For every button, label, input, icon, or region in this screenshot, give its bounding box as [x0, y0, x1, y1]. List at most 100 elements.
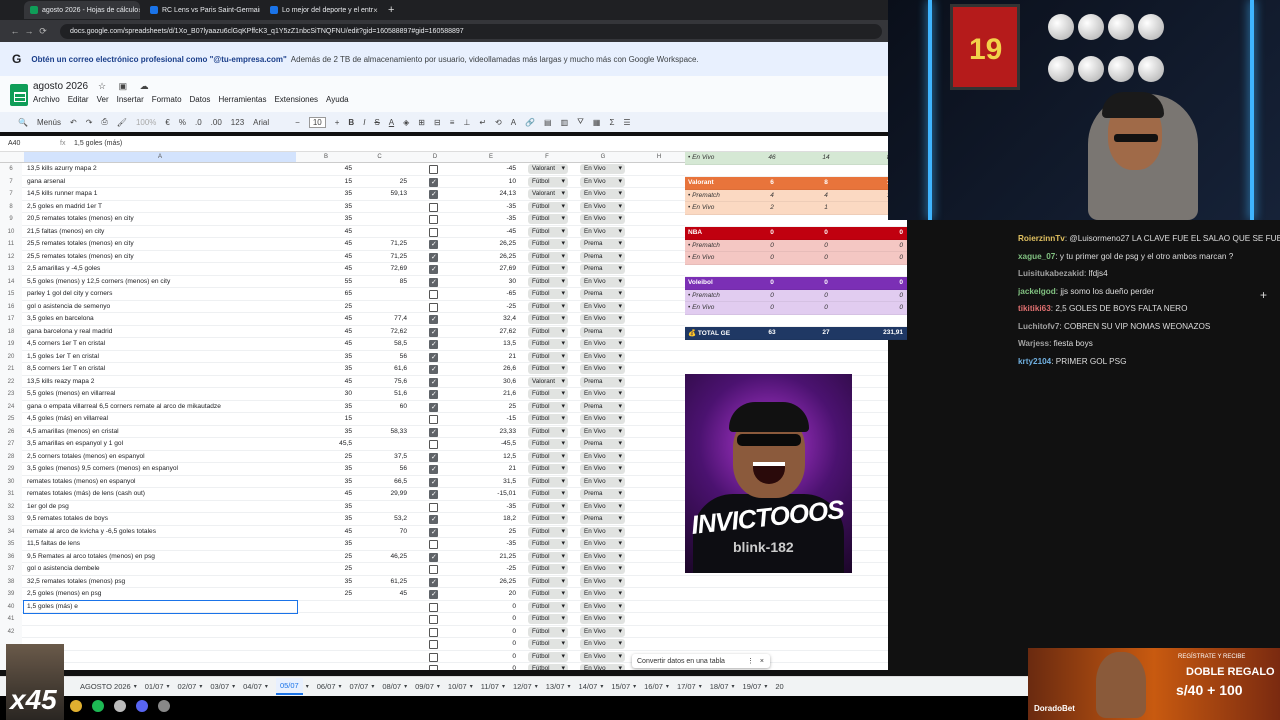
sport-dropdown[interactable]: Fútbol — [528, 289, 568, 299]
row-number[interactable]: 11 — [0, 238, 22, 251]
row-number[interactable]: 39 — [0, 588, 22, 601]
result-checkbox[interactable] — [429, 565, 438, 574]
summary-label[interactable]: Valorant — [685, 179, 745, 186]
result-checkbox[interactable] — [429, 340, 438, 349]
cell-return[interactable]: 58,5 — [352, 340, 407, 347]
mode-dropdown[interactable]: En Vivo — [580, 501, 625, 512]
row-number[interactable]: 21 — [0, 363, 22, 376]
cell-profit[interactable]: -45,5 — [470, 440, 516, 447]
summary-profit[interactable]: 0 — [853, 229, 907, 236]
chat-username[interactable]: Luisitukabezakid — [1018, 269, 1084, 278]
cell-bet-description[interactable]: remates totales (menos) en espanyol — [27, 478, 136, 485]
result-checkbox[interactable] — [429, 665, 438, 670]
tab-dropdown-icon[interactable]: ▾ — [339, 683, 342, 690]
sport-dropdown[interactable]: Fútbol — [528, 451, 568, 462]
cell-stake[interactable]: 35 — [300, 540, 352, 547]
result-checkbox[interactable] — [429, 615, 438, 624]
cell-bet-description[interactable]: gana o empata villarreal 6,5 corners rem… — [27, 403, 221, 410]
cell-bet-description[interactable]: 9,5 remates totales de boys — [27, 515, 108, 522]
result-checkbox[interactable] — [429, 327, 438, 337]
convert-label[interactable]: Convertir datos en una tabla — [637, 658, 725, 665]
cell-bet-description[interactable]: 4,5 goles (más) en villarreal — [27, 415, 108, 422]
column-header[interactable]: E — [463, 154, 519, 160]
sport-dropdown[interactable]: Fútbol — [528, 364, 568, 374]
spotify-icon[interactable] — [92, 700, 104, 712]
cell-bet-description[interactable]: 20,5 remates totales (menos) en city — [27, 215, 134, 222]
mode-dropdown[interactable]: En Vivo — [580, 464, 625, 474]
mode-dropdown[interactable]: Prema — [580, 239, 625, 249]
sheets-logo-icon[interactable] — [10, 84, 28, 106]
result-checkbox[interactable] — [429, 365, 438, 374]
cell-profit[interactable]: 26,25 — [470, 253, 516, 260]
cell-profit[interactable]: -65 — [470, 290, 516, 297]
sport-dropdown[interactable]: Fútbol — [528, 664, 568, 670]
mode-dropdown[interactable]: En Vivo — [580, 351, 625, 362]
tab-dropdown-icon[interactable]: ▾ — [600, 683, 603, 690]
cell-stake[interactable]: 35 — [300, 428, 352, 435]
menu-item[interactable]: Insertar — [117, 95, 144, 104]
cell-stake[interactable]: 65 — [300, 290, 352, 297]
summary-profit[interactable]: 0 — [853, 292, 907, 299]
mode-dropdown[interactable]: En Vivo — [580, 176, 625, 187]
cell-stake[interactable]: 25 — [300, 303, 352, 310]
menu-item[interactable]: Ver — [97, 95, 109, 104]
close-icon[interactable]: × — [760, 658, 764, 665]
sport-dropdown[interactable]: Fútbol — [528, 314, 568, 324]
chat-username[interactable]: Luchitofv7 — [1018, 322, 1059, 331]
chat-username[interactable]: Warjess — [1018, 339, 1049, 348]
row-number[interactable]: 33 — [0, 513, 22, 526]
cell-profit[interactable]: 21 — [470, 353, 516, 360]
chat-username[interactable]: tikitiki63 — [1018, 304, 1051, 313]
mode-dropdown[interactable]: En Vivo — [580, 589, 625, 599]
sheet-tab[interactable]: 03/07 — [210, 682, 229, 691]
row-number[interactable]: 34 — [0, 525, 22, 538]
sport-dropdown[interactable]: Fútbol — [528, 489, 568, 499]
cell-profit[interactable]: 10 — [470, 178, 516, 185]
result-checkbox[interactable] — [429, 415, 438, 424]
result-checkbox[interactable] — [429, 302, 438, 312]
sheet-tab[interactable]: 12/07 — [513, 682, 532, 691]
sport-dropdown[interactable]: Fútbol — [528, 439, 568, 449]
paint-format-icon[interactable]: 🖌 — [117, 118, 127, 127]
summary-won[interactable]: 0 — [745, 279, 799, 286]
row-number[interactable]: 42 — [0, 625, 22, 638]
result-checkbox[interactable] — [429, 177, 438, 187]
discord-icon[interactable] — [136, 700, 148, 712]
sport-dropdown[interactable]: Fútbol — [528, 576, 568, 587]
tab-dropdown-icon[interactable]: ▾ — [470, 683, 473, 690]
summary-lost[interactable]: 0 — [799, 279, 853, 286]
cell-bet-description[interactable]: 25,5 remates totales (menos) en city — [27, 253, 134, 260]
row-number[interactable]: 7 — [0, 188, 22, 201]
cell-profit[interactable]: 27,69 — [470, 265, 516, 272]
cell-bet-description[interactable]: 25,5 remates totales (menos) en city — [27, 240, 134, 247]
tab-dropdown-icon[interactable]: ▾ — [232, 683, 235, 690]
cell-bet-description[interactable]: 32,5 remates totales (menos) psg — [27, 578, 125, 585]
tab-dropdown-icon[interactable]: ▾ — [404, 683, 407, 690]
mode-dropdown[interactable]: En Vivo — [580, 276, 625, 287]
tab-dropdown-icon[interactable]: ▾ — [502, 683, 505, 690]
cell-profit[interactable]: 23,33 — [470, 428, 516, 435]
column-header[interactable]: H — [631, 154, 687, 160]
result-checkbox[interactable] — [429, 402, 438, 412]
cell-stake[interactable]: 45,5 — [300, 440, 352, 447]
zoom-select[interactable]: 100% — [136, 118, 156, 127]
cell-stake[interactable]: 45 — [300, 253, 352, 260]
sheet-tab[interactable]: 20 — [775, 682, 783, 691]
cell-profit[interactable]: 21,25 — [470, 553, 516, 560]
cell-stake[interactable]: 35 — [300, 353, 352, 360]
sheet-tab[interactable]: 02/07 — [178, 682, 197, 691]
sport-dropdown[interactable]: Fútbol — [528, 201, 568, 212]
mode-dropdown[interactable]: En Vivo — [580, 639, 625, 649]
cell-stake[interactable]: 25 — [300, 565, 352, 572]
summary-lost[interactable]: 0 — [799, 292, 853, 299]
cell-return[interactable]: 71,25 — [352, 253, 407, 260]
app-icon[interactable] — [158, 700, 170, 712]
menu-item[interactable]: Datos — [190, 95, 211, 104]
sport-dropdown[interactable]: Fútbol — [528, 339, 568, 349]
cell-stake[interactable]: 45 — [300, 328, 352, 335]
cell-bet-description[interactable]: 11,5 faltas de lens — [27, 540, 80, 547]
row-number[interactable]: 16 — [0, 300, 22, 313]
cell-return[interactable]: 51,6 — [352, 390, 407, 397]
cell-bet-description[interactable]: 2,5 goles (menos) en psg — [27, 590, 101, 597]
cell-bet-description[interactable]: 3,5 goles (menos) 9,5 corners (menos) en… — [27, 465, 178, 472]
